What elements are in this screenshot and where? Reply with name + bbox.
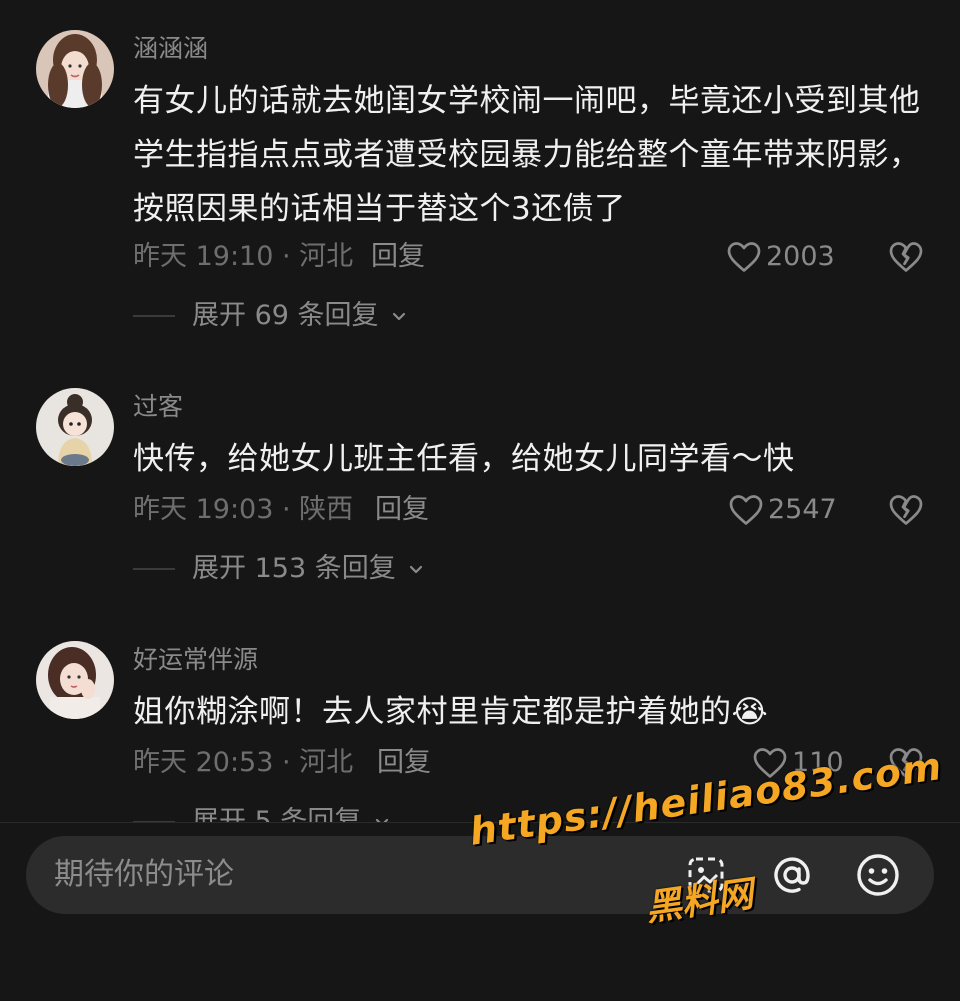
expand-replies-label: 展开 5 条回复: [192, 806, 362, 822]
username[interactable]: 涵涵涵: [133, 32, 208, 66]
expand-replies[interactable]: 展开 69 条回复: [133, 296, 733, 336]
comment-item: 涵涵涵 有女儿的话就去她闺女学校闹一闹吧，毕竟还小受到其他学生指指点点或者遭受校…: [0, 30, 960, 331]
comment-text: 快传，给她女儿班主任看，给她女儿同学看～快: [133, 441, 795, 477]
expand-replies-label: 展开 153 条回复: [192, 553, 396, 584]
username[interactable]: 过客: [133, 390, 183, 424]
comment-text: 有女儿的话就去她闺女学校闹一闹吧，毕竟还小受到其他学生指指点点或者遭受校园暴力能…: [133, 83, 921, 227]
comment-feed[interactable]: 涵涵涵 有女儿的话就去她闺女学校闹一闹吧，毕竟还小受到其他学生指指点点或者遭受校…: [0, 0, 960, 822]
comment-item: 好运常伴源 姐你糊涂啊！去人家村里肯定都是护着她的😭 昨天 20:53 · 河北…: [0, 641, 960, 822]
heart-icon: [729, 495, 763, 525]
comment-item: 过客 快传，给她女儿班主任看，给她女儿同学看～快 昨天 19:03 · 陕西 回…: [0, 388, 960, 608]
comment-time-location: 昨天 19:03 · 陕西: [133, 494, 354, 525]
emoji-icon[interactable]: [854, 851, 902, 899]
reply-button[interactable]: 回复: [377, 743, 431, 783]
like-count: 110: [792, 747, 844, 778]
heart-icon: [753, 748, 787, 778]
comment-input-placeholder: 期待你的评论: [54, 857, 234, 892]
expand-replies-label: 展开 69 条回复: [192, 300, 379, 331]
comment-text: 姐你糊涂啊！去人家村里肯定都是护着她的😭: [133, 694, 769, 730]
chevron-down-icon: [410, 565, 423, 573]
like-button[interactable]: 110: [752, 743, 844, 783]
heart-icon: [727, 242, 761, 272]
like-button[interactable]: 2547: [728, 490, 837, 530]
broken-heart-icon[interactable]: [888, 239, 924, 275]
broken-heart-icon[interactable]: [888, 492, 924, 528]
comment-time-location: 昨天 19:10 · 河北: [133, 241, 354, 272]
chevron-down-icon: [393, 312, 406, 320]
comment-composer-bar: 期待你的评论: [0, 823, 960, 1001]
comment-input[interactable]: 期待你的评论: [26, 836, 934, 914]
broken-heart-icon[interactable]: [888, 745, 924, 781]
avatar[interactable]: [36, 641, 114, 719]
like-button[interactable]: 2003: [726, 237, 835, 277]
comment-meta: 昨天 19:03 · 陕西 回复 2547: [133, 490, 933, 530]
expand-replies[interactable]: 展开 153 条回复: [133, 549, 733, 589]
like-count: 2547: [768, 494, 837, 525]
like-count: 2003: [766, 241, 835, 272]
comment-time-location: 昨天 20:53 · 河北: [133, 747, 354, 778]
expand-replies[interactable]: 展开 5 条回复: [133, 802, 733, 822]
comment-meta: 昨天 20:53 · 河北 回复 110: [133, 743, 933, 783]
divider-line: [133, 568, 175, 570]
divider-line: [133, 315, 175, 317]
avatar[interactable]: [36, 30, 114, 108]
at-icon[interactable]: [768, 851, 816, 899]
reply-button[interactable]: 回复: [371, 237, 425, 277]
comment-meta: 昨天 19:10 · 河北 回复 2003: [133, 237, 933, 277]
chevron-down-icon: [375, 818, 389, 822]
avatar[interactable]: [36, 388, 114, 466]
username[interactable]: 好运常伴源: [133, 643, 258, 677]
reply-button[interactable]: 回复: [375, 490, 429, 530]
image-icon[interactable]: [682, 851, 730, 899]
